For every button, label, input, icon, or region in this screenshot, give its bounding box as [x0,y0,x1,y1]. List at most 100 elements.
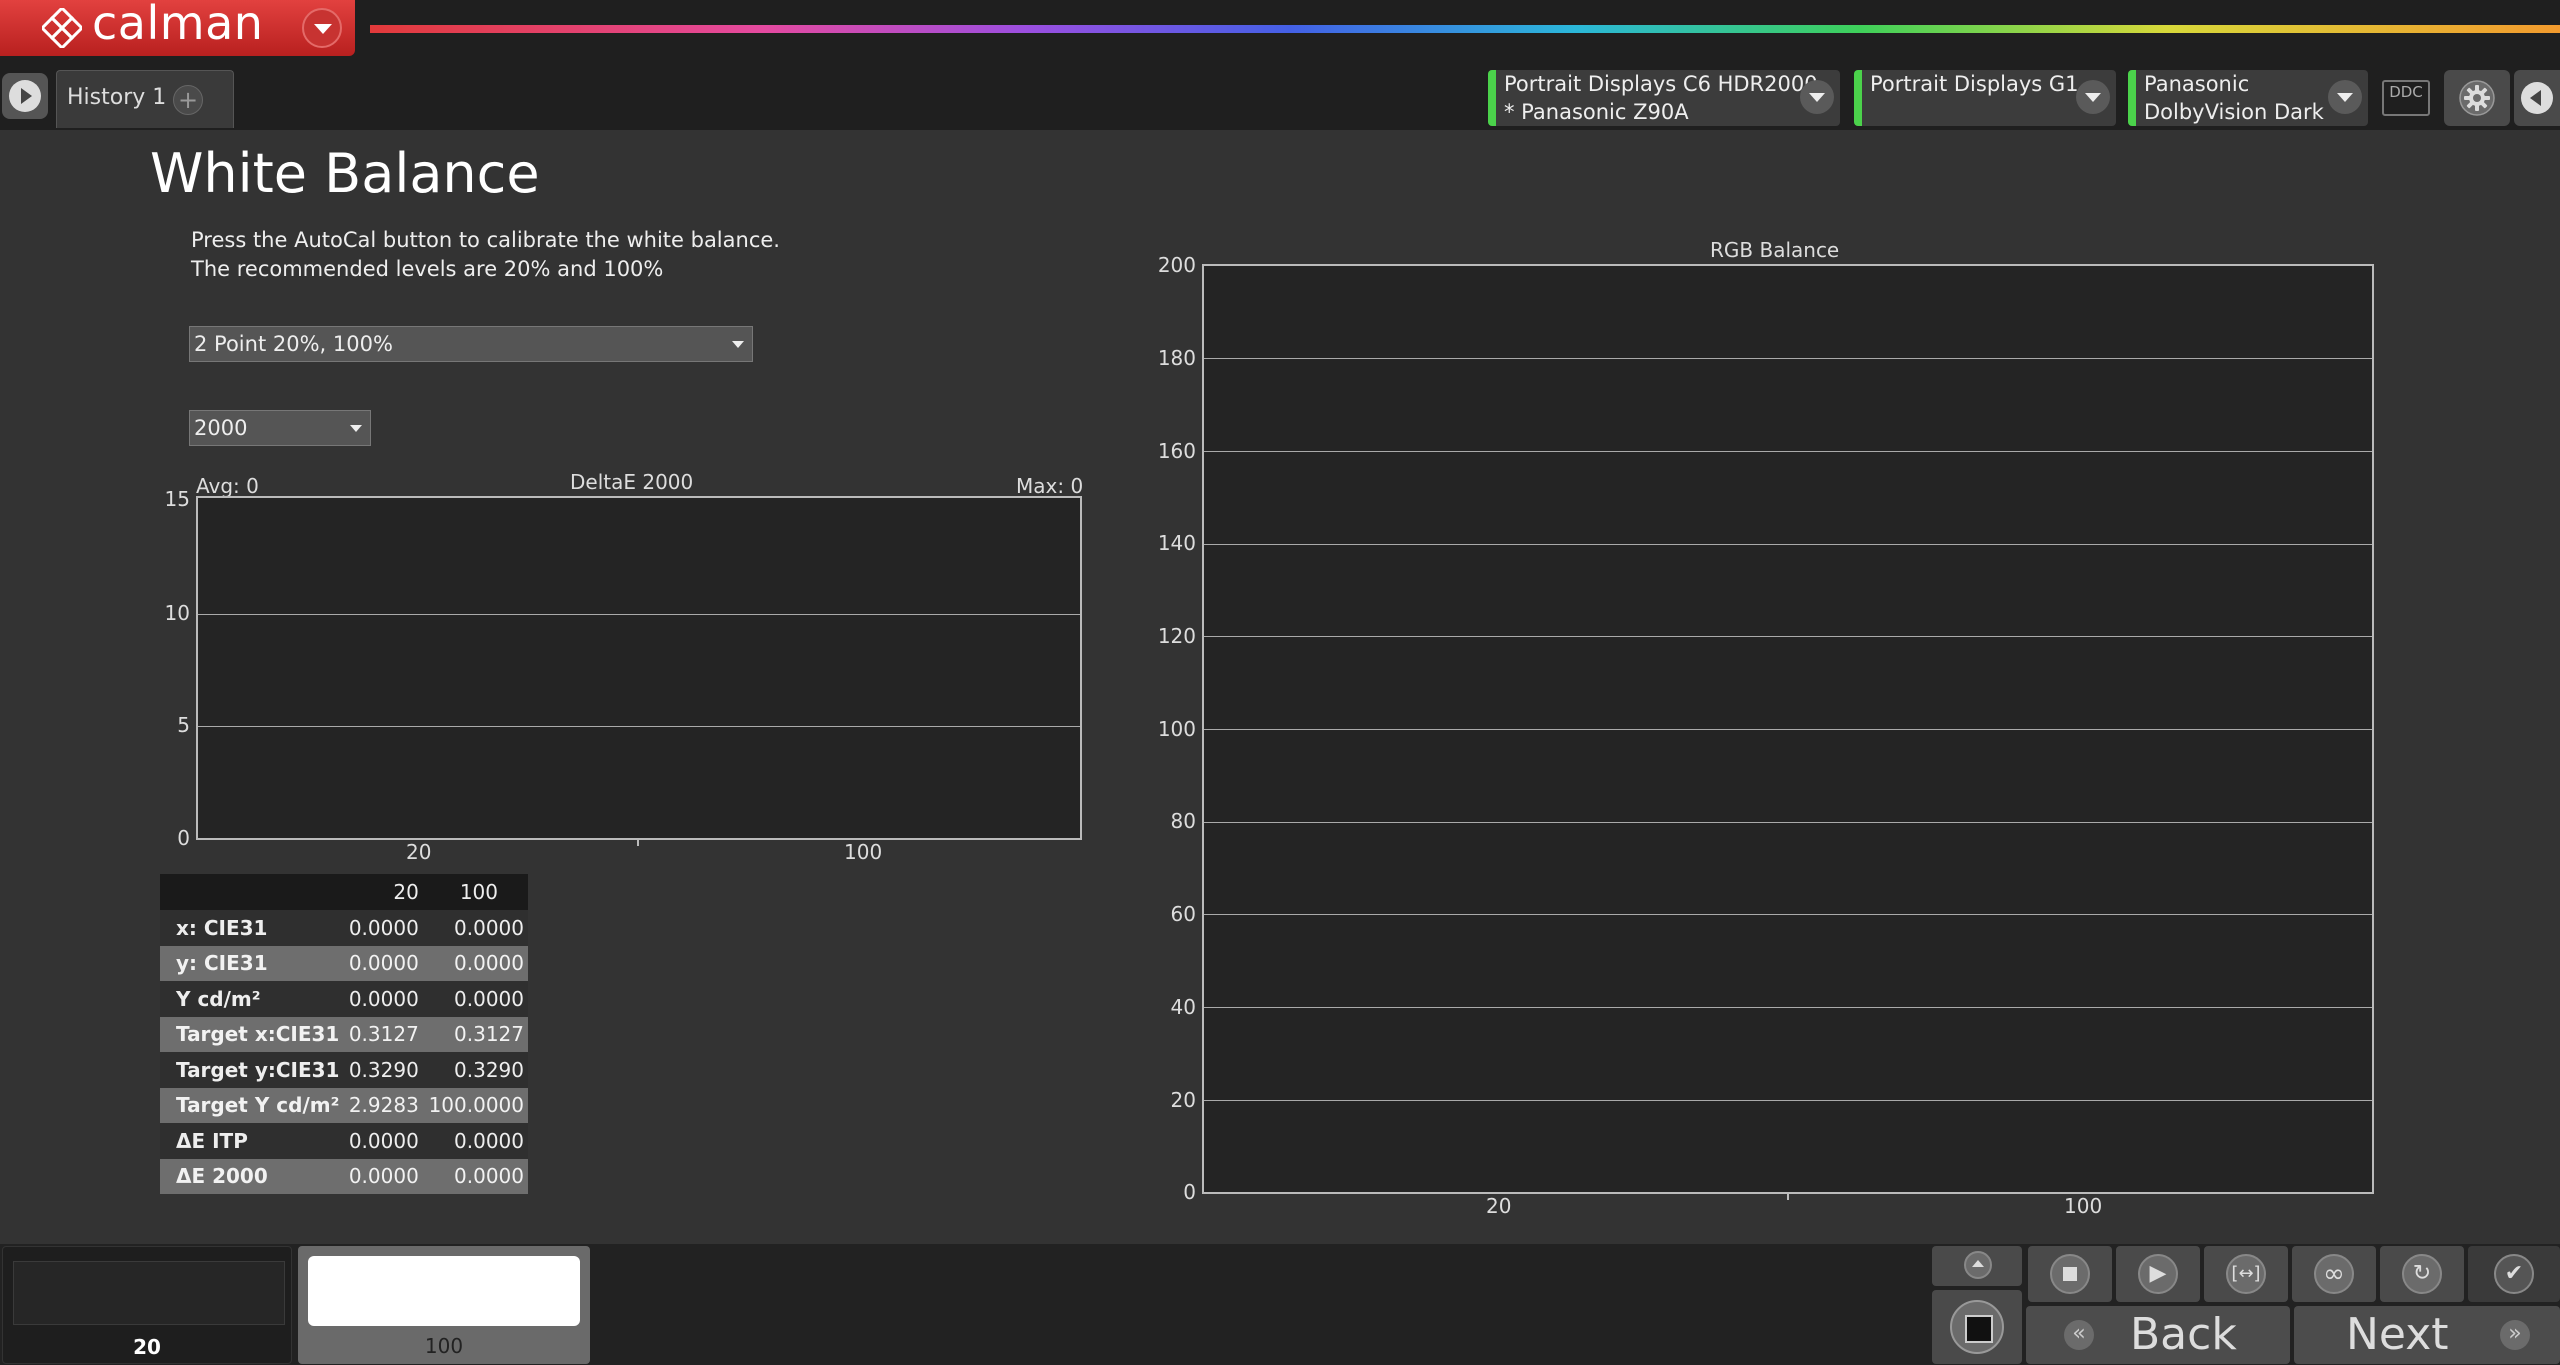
app-logo-text: calman [92,0,264,50]
x-tick-label: 20 [406,840,432,864]
table-row: ΔE 2000 0.0000 0.0000 [160,1158,528,1194]
row-label: y: CIE31 [160,945,344,981]
back-button[interactable]: « Back [2026,1306,2290,1364]
row-label: x: CIE31 [160,910,344,946]
cell-20: 0.0000 [343,981,423,1017]
tab-label: History 1 [67,85,167,110]
tab-history-1[interactable]: History 1 + [56,70,234,128]
table-header-cell: 20 [343,874,423,910]
cell-100: 0.3290 [422,1052,528,1088]
left-arrow-icon [2521,82,2553,114]
y-tick-label: 180 [1157,346,1196,370]
rainbow-strip [370,25,2560,33]
cell-20: 0.0000 [343,945,423,981]
table-row: y: CIE31 0.0000 0.0000 [160,945,528,981]
patch-label: 20 [133,1335,161,1359]
cell-100: 100.0000 [422,1087,528,1123]
gridline [1204,358,2372,359]
delta-e-formula-select[interactable]: 2000 [189,410,371,446]
x-tick-label: 100 [2064,1194,2103,1218]
y-tick-label: 100 [1157,717,1196,741]
cell-100: 0.0000 [422,1123,528,1159]
y-tick-label: 120 [1157,624,1196,648]
cell-100: 0.0000 [422,945,528,981]
patch-thumbnail-100[interactable]: 100 [298,1246,590,1364]
patch-swatch [308,1256,580,1326]
calibration-points-select[interactable]: 2 Point 20%, 100% [189,326,753,362]
add-tab-button[interactable]: + [173,85,203,115]
y-tick-label: 200 [1157,253,1196,277]
y-tick-label: 20 [1170,1088,1196,1112]
y-tick-label: 160 [1157,439,1196,463]
refresh-icon: ↻ [2402,1254,2442,1294]
display-device-selector[interactable]: Panasonic DolbyVision Dark [2128,70,2368,126]
continuous-button[interactable]: ∞ [2292,1246,2376,1302]
select-value: 2000 [194,416,248,440]
calman-logo-icon [42,8,82,48]
cell-100: 0.0000 [422,910,528,946]
patch-thumbnail-20[interactable]: 20 [2,1246,292,1364]
chevron-down-icon[interactable] [2328,80,2362,114]
cell-100: 0.0000 [422,981,528,1017]
rgb-balance-chart [1202,264,2374,1194]
chart-title: DeltaE 2000 [570,470,694,494]
read-series-button[interactable]: [↔] [2204,1246,2288,1302]
cell-100: 0.3127 [422,1016,528,1052]
workflow-expand-button[interactable] [2,73,48,119]
x-tick-mark [637,838,639,846]
app-menu-button[interactable]: calman [0,0,355,56]
table-header-cell: 100 [422,874,528,910]
collapse-panel-button[interactable] [2514,70,2560,126]
gridline [1204,451,2372,452]
settings-button[interactable] [2444,70,2510,126]
y-tick-label: 5 [177,713,190,737]
chart-title: RGB Balance [1710,238,1840,262]
gridline [198,614,1080,615]
meter-device-selector[interactable]: Portrait Displays C6 HDR2000 * Panasonic… [1488,70,1840,126]
gridline [1204,822,2372,823]
chart-avg-label: Avg: 0 [196,474,259,498]
row-label: Target x:CIE31 [160,1016,344,1052]
row-label: Y cd/m² [160,981,344,1017]
gridline [1204,544,2372,545]
chevron-down-icon[interactable] [1800,80,1834,114]
gridline [198,726,1080,727]
y-tick-label: 40 [1170,995,1196,1019]
stop-button[interactable] [2028,1246,2112,1302]
cell-20: 2.9283 [343,1087,423,1123]
patch-label: 100 [424,1334,464,1358]
dropdown-arrow-icon [350,425,362,432]
x-tick-label: 100 [844,840,883,864]
checkmark-icon: ✔ [2494,1254,2534,1294]
page-title: White Balance [150,142,540,205]
row-label: ΔE 2000 [160,1158,344,1194]
up-arrow-icon [1964,1251,1992,1279]
device-label: Portrait Displays C6 HDR2000 * Panasonic… [1504,72,1818,124]
source-device-selector[interactable]: Portrait Displays G1 [1854,70,2116,126]
confirm-button[interactable]: ✔ [2468,1246,2560,1302]
expand-controls-button[interactable] [1932,1246,2022,1286]
cell-100: 0.0000 [422,1158,528,1194]
row-label: Target Y cd/m² [160,1087,344,1123]
table-row: Target Y cd/m² 2.9283 100.0000 [160,1087,528,1123]
autocal-button[interactable]: ↻ [2380,1246,2464,1302]
table-row: Y cd/m² 0.0000 0.0000 [160,981,528,1017]
chevron-down-icon[interactable] [2076,80,2110,114]
row-label: ΔE ITP [160,1123,344,1159]
infinity-icon: ∞ [2314,1254,2354,1294]
next-label: Next [2346,1309,2449,1360]
table-row: Target y:CIE31 0.3290 0.3290 [160,1052,528,1088]
play-button[interactable]: ▶ [2116,1246,2200,1302]
ddc-button[interactable]: DDC [2382,80,2430,116]
y-tick-label: 80 [1170,809,1196,833]
device-label: Portrait Displays G1 [1870,72,2079,96]
row-label: Target y:CIE31 [160,1052,344,1088]
back-label: Back [2130,1309,2237,1360]
next-button[interactable]: Next » [2294,1306,2560,1364]
double-chevron-right-icon: » [2500,1320,2530,1350]
table-row: x: CIE31 0.0000 0.0000 [160,910,528,946]
double-chevron-left-icon: « [2064,1320,2094,1350]
chevron-down-icon[interactable] [302,8,342,48]
stop-button-large[interactable] [1932,1290,2022,1364]
bracket-arrows-icon: [↔] [2226,1254,2266,1294]
